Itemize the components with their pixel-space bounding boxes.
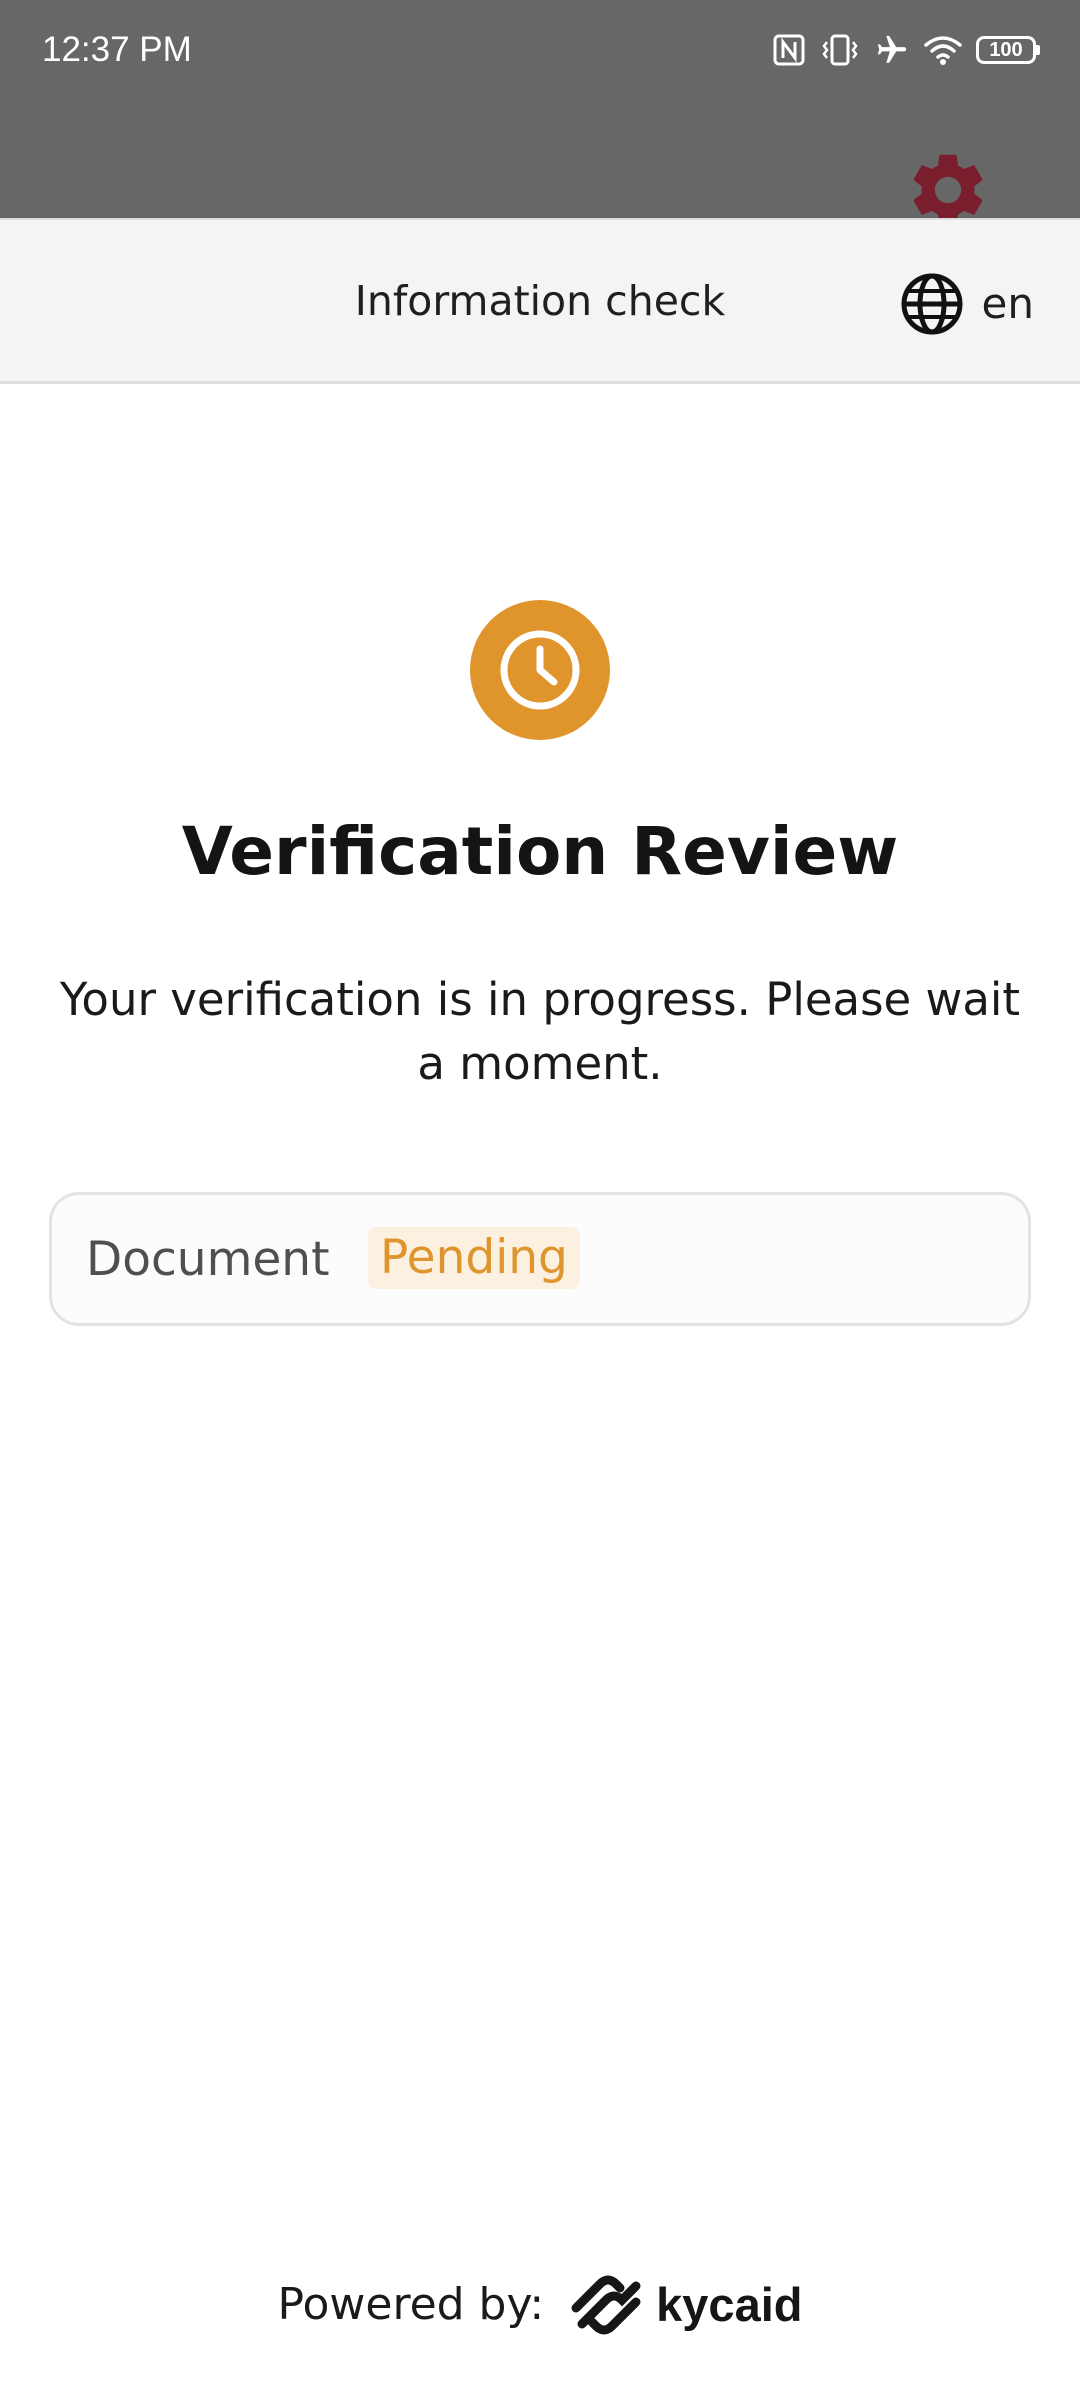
airplane-mode-icon	[874, 33, 910, 67]
language-label: en	[981, 279, 1034, 328]
status-icons: 100	[772, 28, 1040, 72]
powered-by-label: Powered by:	[277, 2279, 545, 2330]
footer: Powered by: kycaid	[0, 2270, 1080, 2340]
kycaid-logo-icon	[571, 2275, 641, 2335]
kycaid-logo[interactable]: kycaid	[568, 2274, 802, 2336]
wifi-icon	[924, 34, 962, 66]
battery-icon: 100	[976, 36, 1040, 64]
nfc-icon	[772, 33, 806, 67]
document-status-card: Document Pending	[49, 1192, 1031, 1326]
language-selector[interactable]: en	[900, 272, 1034, 336]
clock-icon	[500, 630, 580, 710]
document-label: Document	[86, 1232, 330, 1287]
status-badge: Pending	[368, 1227, 580, 1289]
globe-icon	[901, 273, 963, 335]
verification-description: Your verification is in progress. Please…	[59, 973, 1021, 1090]
page-title: Verification Review	[181, 813, 899, 890]
header-bar: Information check en	[0, 218, 1080, 384]
status-indicator	[470, 600, 610, 740]
brand-name: kycaid	[656, 2278, 803, 2331]
vibrate-icon	[820, 33, 860, 67]
status-time: 12:37 PM	[42, 30, 192, 69]
